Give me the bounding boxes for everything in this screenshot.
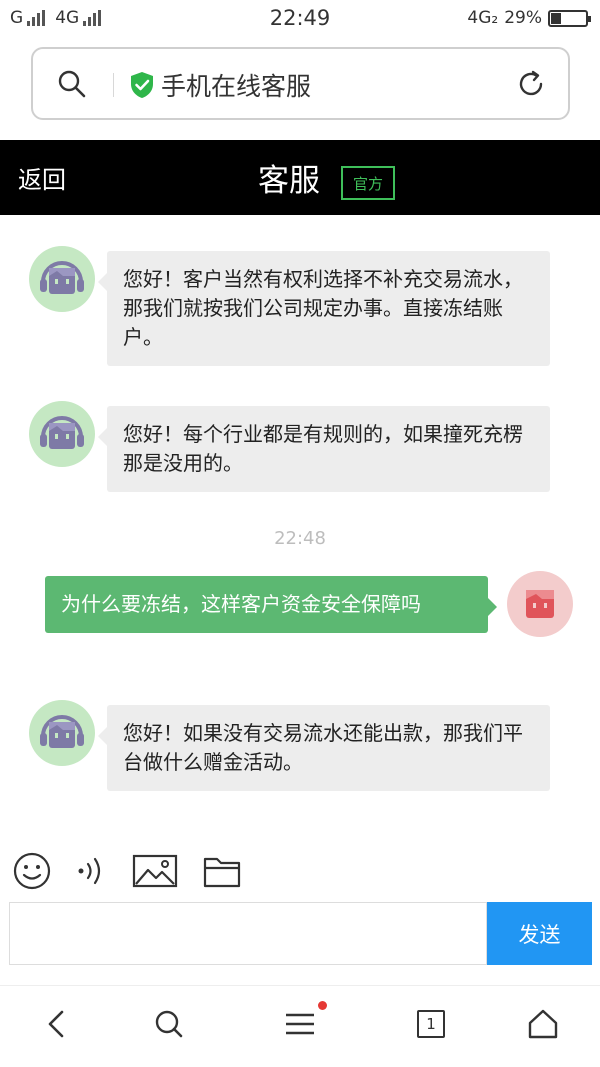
emoji-icon[interactable] — [12, 851, 52, 895]
message-timestamp: 22:48 — [274, 528, 326, 549]
voice-icon[interactable] — [76, 851, 108, 895]
notification-dot — [318, 1001, 327, 1010]
browser-bottom-nav: 1 — [0, 985, 600, 1067]
message-bubble-user: 为什么要冻结，这样客户资金安全保障吗 — [45, 576, 497, 633]
message-input[interactable] — [9, 902, 487, 965]
agent-avatar — [29, 700, 95, 766]
page-title: 客服 — [258, 163, 320, 199]
send-button[interactable]: 发送 — [487, 902, 592, 965]
folder-icon[interactable] — [203, 851, 241, 895]
chat-area[interactable]: 您好！客户当然有权利选择不补充交易流水，那我们就按我们公司规定办事。直接冻结账户… — [0, 215, 600, 835]
search-icon[interactable] — [57, 69, 87, 103]
shield-check-icon — [129, 71, 155, 103]
back-button[interactable]: 返回 — [18, 160, 66, 195]
user-avatar — [507, 571, 573, 637]
refresh-icon[interactable] — [516, 69, 546, 103]
url-title[interactable]: 手机在线客服 — [161, 67, 311, 103]
battery-percent: 29% — [504, 8, 542, 28]
url-bar[interactable]: 手机在线客服 — [31, 47, 570, 120]
compose-row: 发送 — [9, 902, 592, 965]
battery-icon — [548, 9, 591, 27]
official-badge: 官方 — [341, 166, 395, 200]
search-icon[interactable] — [154, 1008, 184, 1044]
chat-header: 返回 客服 官方 — [0, 140, 600, 215]
status-right: 4G₂ 29% — [467, 8, 591, 28]
image-icon[interactable] — [132, 851, 178, 895]
back-arrow-icon[interactable] — [44, 1008, 70, 1044]
menu-icon[interactable] — [284, 1008, 316, 1044]
battery-fill — [551, 12, 561, 24]
message-bubble: 您好！如果没有交易流水还能出款，那我们平台做什么赠金活动。 — [98, 705, 550, 791]
status-bar: G 4G 22:49 4G₂ 29% — [0, 0, 600, 40]
agent-avatar — [29, 401, 95, 467]
agent-avatar — [29, 246, 95, 312]
network-label: 4G₂ — [467, 8, 499, 28]
message-bubble: 您好！客户当然有权利选择不补充交易流水，那我们就按我们公司规定办事。直接冻结账户… — [98, 251, 550, 366]
message-bubble: 您好！每个行业都是有规则的，如果撞死充楞那是没用的。 — [98, 406, 550, 492]
home-icon[interactable] — [527, 1008, 559, 1044]
url-divider — [113, 73, 114, 97]
tabs-button[interactable]: 1 — [417, 1010, 445, 1038]
compose-toolbar — [0, 845, 600, 895]
